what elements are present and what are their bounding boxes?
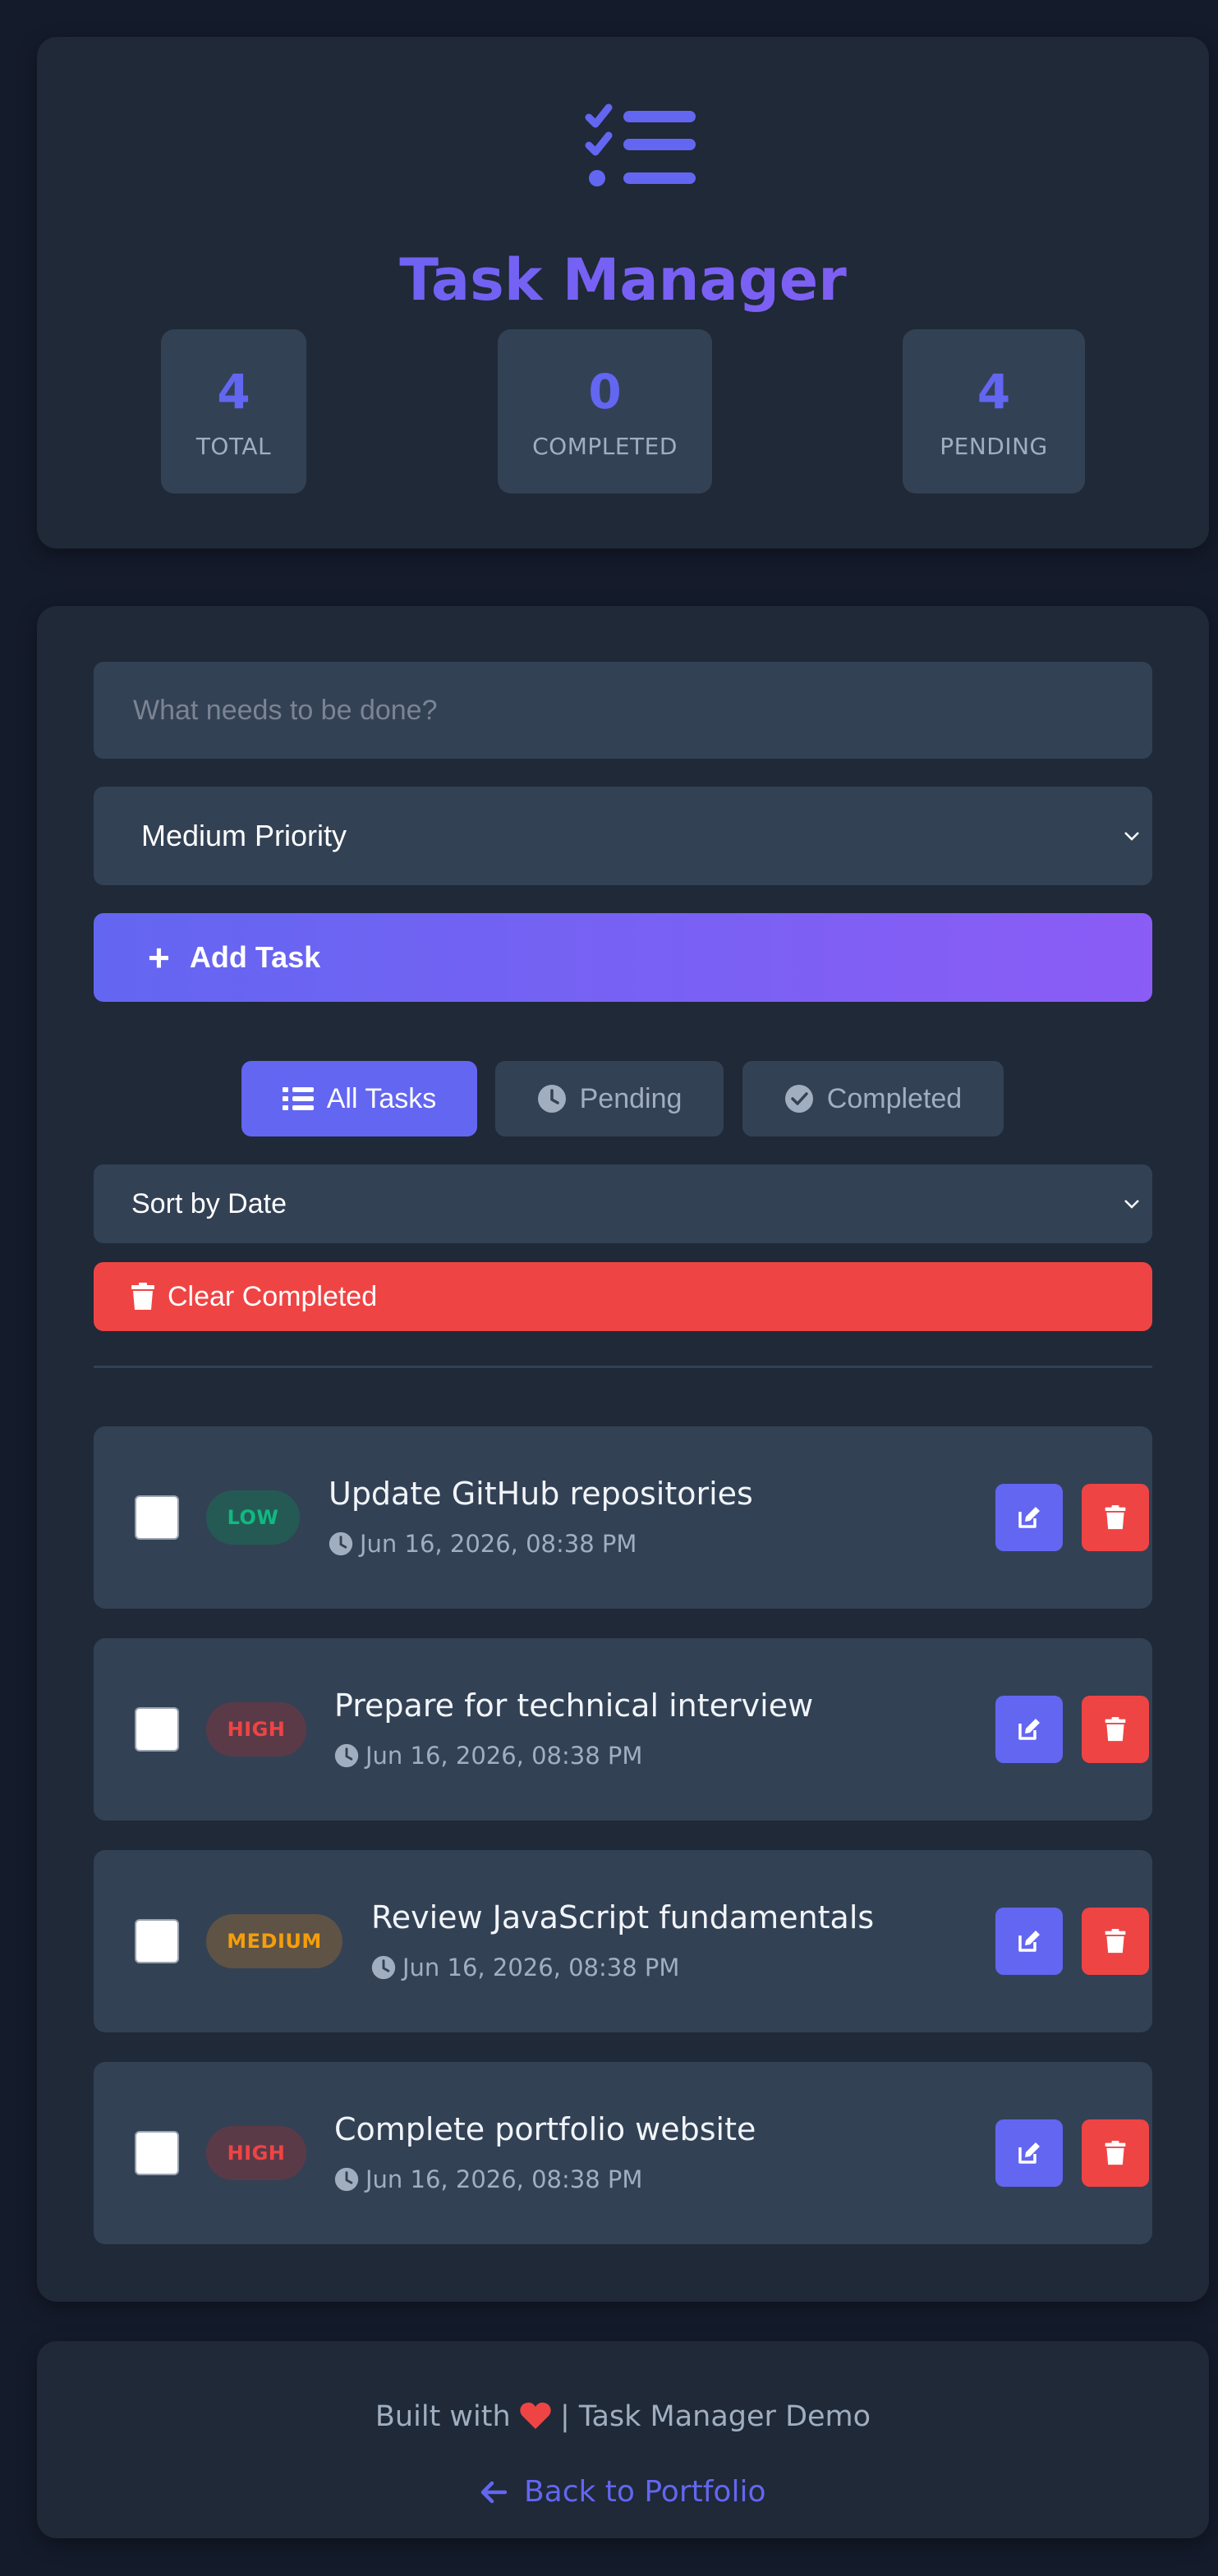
clock-icon <box>334 2167 359 2192</box>
tasks-icon <box>585 103 696 186</box>
list-icon <box>282 1087 314 1110</box>
add-task-label: Add Task <box>189 940 321 974</box>
clear-completed-label: Clear Completed <box>168 1280 378 1312</box>
stat-pending-label: PENDING <box>940 433 1048 460</box>
trash-icon <box>1105 1717 1126 1742</box>
task-date-text: Jun 16, 2026, 08:38 PM <box>360 1530 637 1558</box>
filter-pending-label: Pending <box>579 1082 683 1114</box>
task-title: Complete portfolio website <box>334 2111 756 2147</box>
edit-icon <box>1018 1507 1040 1528</box>
trash-icon <box>131 1283 154 1310</box>
back-to-portfolio-link[interactable]: Back to Portfolio <box>37 2475 1209 2509</box>
priority-badge: HIGH <box>206 1702 306 1756</box>
chevron-down-icon <box>1124 832 1139 841</box>
priority-select[interactable]: Medium Priority <box>94 787 1152 885</box>
priority-badge: LOW <box>206 1490 300 1545</box>
task-date-text: Jun 16, 2026, 08:38 PM <box>365 1742 643 1770</box>
clear-completed-button[interactable]: Clear Completed <box>94 1262 1152 1331</box>
task-date: Jun 16, 2026, 08:38 PM <box>329 1530 637 1558</box>
delete-button[interactable] <box>1082 1908 1149 1975</box>
plus-icon: + <box>148 936 170 979</box>
chevron-down-icon <box>1124 1200 1139 1209</box>
main-card: Medium Priority + Add Task All Tasks Pen… <box>37 606 1209 2302</box>
stat-total-label: TOTAL <box>195 433 272 460</box>
task-title: Update GitHub repositories <box>329 1476 753 1512</box>
sort-select-value: Sort by Date <box>131 1187 287 1219</box>
stat-completed: 0 COMPLETED <box>498 329 712 494</box>
filter-all-tasks-label: All Tasks <box>326 1082 437 1114</box>
task-date-text: Jun 16, 2026, 08:38 PM <box>402 1954 680 1981</box>
task-date: Jun 16, 2026, 08:38 PM <box>371 1954 679 1981</box>
delete-button[interactable] <box>1082 2119 1149 2187</box>
priority-badge: HIGH <box>206 2126 306 2180</box>
task-item: LOW Update GitHub repositories Jun 16, 2… <box>94 1426 1152 1609</box>
clock-icon <box>537 1085 566 1113</box>
delete-button[interactable] <box>1082 1484 1149 1551</box>
filter-pending[interactable]: Pending <box>495 1061 724 1136</box>
footer-credit-prefix: Built with <box>375 2400 511 2433</box>
sort-select[interactable]: Sort by Date <box>94 1164 1152 1243</box>
stat-total-value: 4 <box>217 364 250 420</box>
task-checkbox[interactable] <box>135 1495 179 1540</box>
stat-pending-value: 4 <box>977 364 1011 420</box>
heart-icon <box>520 2402 551 2429</box>
clock-icon <box>334 1743 359 1768</box>
header-card: Task Manager 4 TOTAL 0 COMPLETED 4 PENDI… <box>37 37 1209 549</box>
check-circle-icon <box>784 1085 813 1113</box>
back-to-portfolio-label: Back to Portfolio <box>523 2475 766 2509</box>
task-date: Jun 16, 2026, 08:38 PM <box>334 1742 642 1770</box>
trash-icon <box>1105 1929 1126 1954</box>
footer-card: Built with | Task Manager Demo Back to P… <box>37 2341 1209 2538</box>
task-item: HIGH Complete portfolio website Jun 16, … <box>94 2062 1152 2244</box>
task-checkbox[interactable] <box>135 1919 179 1963</box>
stat-completed-label: COMPLETED <box>532 433 678 460</box>
task-checkbox[interactable] <box>135 1707 179 1752</box>
edit-button[interactable] <box>995 2119 1063 2187</box>
edit-button[interactable] <box>995 1908 1063 1975</box>
delete-button[interactable] <box>1082 1696 1149 1763</box>
stat-total: 4 TOTAL <box>161 329 306 494</box>
task-input[interactable] <box>94 662 1152 759</box>
footer-credit-suffix: | Task Manager Demo <box>559 2400 871 2433</box>
task-checkbox[interactable] <box>135 2131 179 2175</box>
edit-icon <box>1018 1931 1040 1952</box>
edit-button[interactable] <box>995 1484 1063 1551</box>
divider <box>94 1366 1152 1368</box>
edit-icon <box>1018 1719 1040 1740</box>
task-date: Jun 16, 2026, 08:38 PM <box>334 2165 642 2193</box>
page-title: Task Manager <box>37 246 1209 314</box>
task-date-text: Jun 16, 2026, 08:38 PM <box>365 2165 643 2193</box>
stat-completed-value: 0 <box>588 364 622 420</box>
priority-badge: MEDIUM <box>206 1914 342 1968</box>
filter-all-tasks[interactable]: All Tasks <box>241 1061 477 1136</box>
trash-icon <box>1105 1505 1126 1530</box>
task-title: Review JavaScript fundamentals <box>371 1899 875 1935</box>
trash-icon <box>1105 2141 1126 2165</box>
task-title: Prepare for technical interview <box>334 1687 814 1724</box>
footer-credit: Built with | Task Manager Demo <box>37 2400 1209 2433</box>
clock-icon <box>371 1955 396 1980</box>
edit-button[interactable] <box>995 1696 1063 1763</box>
filter-completed[interactable]: Completed <box>742 1061 1004 1136</box>
add-task-button[interactable]: + Add Task <box>94 913 1152 1002</box>
edit-icon <box>1018 2142 1040 2164</box>
task-item: HIGH Prepare for technical interview Jun… <box>94 1638 1152 1821</box>
filter-completed-label: Completed <box>826 1082 963 1114</box>
priority-select-value: Medium Priority <box>141 819 347 852</box>
task-item: MEDIUM Review JavaScript fundamentals Ju… <box>94 1850 1152 2032</box>
clock-icon <box>329 1531 353 1556</box>
arrow-left-icon <box>480 2481 507 2504</box>
stat-pending: 4 PENDING <box>903 329 1085 494</box>
